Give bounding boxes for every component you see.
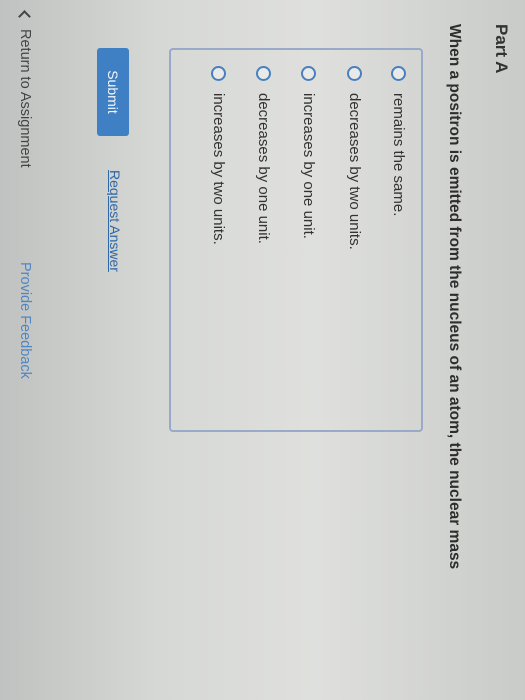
radio-unchecked-icon[interactable]	[301, 66, 317, 81]
option-label: decreases by one unit.	[255, 93, 273, 244]
option-increases-one[interactable]: increases by one unit.	[295, 66, 323, 239]
radio-unchecked-icon[interactable]	[347, 66, 363, 81]
option-label: increases by two units.	[210, 93, 228, 245]
submit-button[interactable]: Submit	[97, 48, 129, 136]
return-to-assignment-link[interactable]: Return to Assignment	[17, 8, 33, 168]
option-decreases-two[interactable]: decreases by two units.	[341, 66, 369, 250]
request-answer-link[interactable]: Request Answer	[107, 170, 123, 272]
option-label: decreases by two units.	[346, 93, 364, 250]
provide-feedback-link[interactable]: Provide Feedback	[17, 262, 33, 379]
radio-unchecked-icon[interactable]	[391, 66, 407, 81]
radio-unchecked-icon[interactable]	[211, 66, 227, 81]
rotated-page: Part A When a positron is emitted from t…	[0, 0, 525, 700]
return-label: Return to Assignment	[17, 29, 33, 168]
radio-unchecked-icon[interactable]	[256, 66, 272, 81]
option-decreases-one[interactable]: decreases by one unit.	[250, 66, 278, 244]
option-increases-two[interactable]: increases by two units.	[205, 66, 233, 245]
option-label: increases by one unit.	[300, 93, 318, 239]
option-label: remains the same.	[390, 93, 408, 217]
answer-options: remains the same. decreases by two units…	[169, 48, 423, 432]
chevron-left-icon	[18, 10, 32, 23]
question-text: When a positron is emitted from the nucl…	[446, 24, 463, 570]
option-remains-same[interactable]: remains the same.	[385, 66, 413, 216]
part-title: Part A	[492, 24, 511, 74]
